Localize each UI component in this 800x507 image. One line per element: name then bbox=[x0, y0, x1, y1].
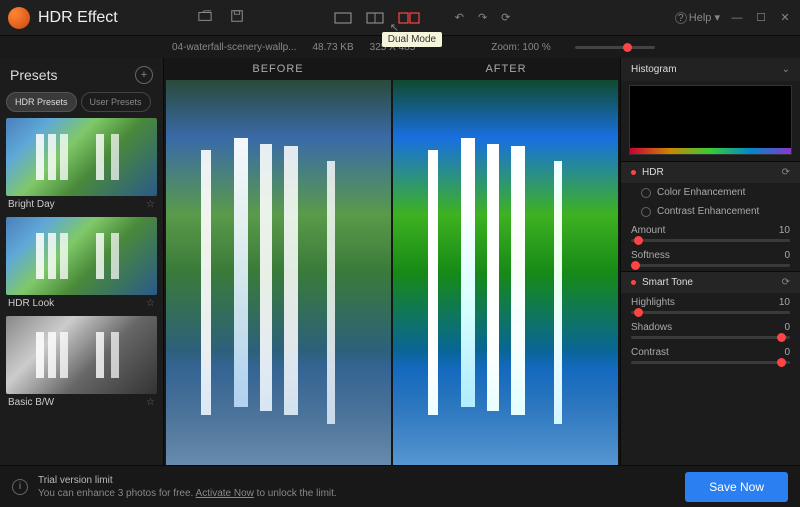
help-button[interactable]: ?Help ▾ bbox=[675, 11, 720, 25]
info-icon: i bbox=[12, 479, 28, 495]
adjust-sidebar: Histogram ⌄ HDR ⟳ Color Enhancement Cont… bbox=[620, 58, 800, 465]
tab-user-presets[interactable]: User Presets bbox=[81, 92, 151, 112]
softness-slider[interactable]: Softness0 bbox=[621, 246, 800, 271]
active-dot-icon bbox=[631, 170, 636, 175]
preset-item[interactable]: HDR Look ☆ bbox=[6, 217, 157, 312]
titlebar: HDR Effect ↖ Dual Mode ↶ ↷ ⟳ ?Help ▾ — ☐… bbox=[0, 0, 800, 36]
open-folder-icon[interactable] bbox=[198, 9, 212, 26]
after-label: AFTER bbox=[392, 63, 620, 75]
save-icon[interactable] bbox=[230, 9, 244, 26]
smarttone-title: Smart Tone bbox=[642, 277, 693, 288]
after-pane[interactable] bbox=[393, 80, 618, 465]
file-size: 48.73 KB bbox=[313, 42, 354, 53]
preset-label: Bright Day bbox=[8, 199, 55, 210]
app-title: HDR Effect bbox=[38, 9, 118, 27]
view-modes: ↖ Dual Mode bbox=[334, 12, 420, 24]
amount-slider[interactable]: Amount10 bbox=[621, 221, 800, 246]
main-area: Presets + HDR Presets User Presets Brigh… bbox=[0, 58, 800, 465]
preset-thumb bbox=[6, 316, 157, 394]
before-label: BEFORE bbox=[164, 63, 392, 75]
preview-area: BEFORE AFTER bbox=[164, 58, 620, 465]
reset-icon[interactable]: ⟳ bbox=[501, 11, 510, 24]
chevron-down-icon: ⌄ bbox=[782, 64, 790, 75]
preset-label: Basic B/W bbox=[8, 397, 54, 408]
reset-icon[interactable]: ⟳ bbox=[782, 167, 790, 178]
histogram-header[interactable]: Histogram ⌄ bbox=[621, 58, 800, 81]
smarttone-section-header[interactable]: Smart Tone ⟳ bbox=[621, 271, 800, 293]
highlights-slider[interactable]: Highlights10 bbox=[621, 293, 800, 318]
hdr-section-header[interactable]: HDR ⟳ bbox=[621, 161, 800, 183]
view-tooltip: Dual Mode bbox=[382, 32, 442, 47]
preset-list: Bright Day ☆ HDR Look ☆ Basic B/W ☆ bbox=[0, 118, 163, 465]
split-view-icon[interactable] bbox=[366, 12, 384, 24]
preset-item[interactable]: Bright Day ☆ bbox=[6, 118, 157, 213]
preset-label: HDR Look bbox=[8, 298, 54, 309]
histogram-display bbox=[629, 85, 792, 155]
zoom-label: Zoom: 100 % bbox=[491, 42, 550, 53]
radio-icon bbox=[641, 207, 651, 217]
hdr-title: HDR bbox=[642, 167, 664, 178]
footer: i Trial version limit You can enhance 3 … bbox=[0, 465, 800, 507]
undo-icon[interactable]: ↶ bbox=[455, 11, 464, 24]
single-view-icon[interactable] bbox=[334, 12, 352, 24]
zoom-slider[interactable] bbox=[575, 46, 655, 49]
redo-icon[interactable]: ↷ bbox=[478, 11, 487, 24]
minimize-button[interactable]: — bbox=[730, 12, 744, 24]
presets-title: Presets bbox=[10, 67, 57, 83]
add-preset-button[interactable]: + bbox=[135, 66, 153, 84]
history-actions: ↶ ↷ ⟳ bbox=[455, 11, 511, 24]
radio-icon bbox=[641, 188, 651, 198]
tab-hdr-presets[interactable]: HDR Presets bbox=[6, 92, 77, 112]
reset-icon[interactable]: ⟳ bbox=[782, 277, 790, 288]
maximize-button[interactable]: ☐ bbox=[754, 11, 768, 24]
window-controls: ?Help ▾ — ☐ ✕ bbox=[675, 11, 792, 25]
radio-color-enhance[interactable]: Color Enhancement bbox=[621, 183, 800, 202]
histogram-label: Histogram bbox=[631, 64, 677, 75]
file-actions bbox=[198, 9, 244, 26]
file-name: 04-waterfall-scenery-wallp... bbox=[172, 42, 297, 53]
preset-thumb bbox=[6, 217, 157, 295]
activate-link[interactable]: Activate Now bbox=[196, 488, 254, 499]
trial-title: Trial version limit bbox=[38, 474, 337, 487]
favorite-icon[interactable]: ☆ bbox=[146, 298, 155, 309]
presets-sidebar: Presets + HDR Presets User Presets Brigh… bbox=[0, 58, 164, 465]
preset-item[interactable]: Basic B/W ☆ bbox=[6, 316, 157, 411]
favorite-icon[interactable]: ☆ bbox=[146, 397, 155, 408]
favorite-icon[interactable]: ☆ bbox=[146, 199, 155, 210]
radio-contrast-enhance[interactable]: Contrast Enhancement bbox=[621, 202, 800, 221]
contrast-slider[interactable]: Contrast0 bbox=[621, 343, 800, 368]
save-now-button[interactable]: Save Now bbox=[685, 472, 788, 502]
app-logo bbox=[8, 7, 30, 29]
dual-view-icon[interactable] bbox=[398, 12, 420, 24]
preset-thumb bbox=[6, 118, 157, 196]
trial-text: Trial version limit You can enhance 3 ph… bbox=[38, 474, 337, 500]
active-dot-icon bbox=[631, 280, 636, 285]
shadows-slider[interactable]: Shadows0 bbox=[621, 318, 800, 343]
before-pane[interactable] bbox=[166, 80, 391, 465]
close-button[interactable]: ✕ bbox=[778, 11, 792, 24]
